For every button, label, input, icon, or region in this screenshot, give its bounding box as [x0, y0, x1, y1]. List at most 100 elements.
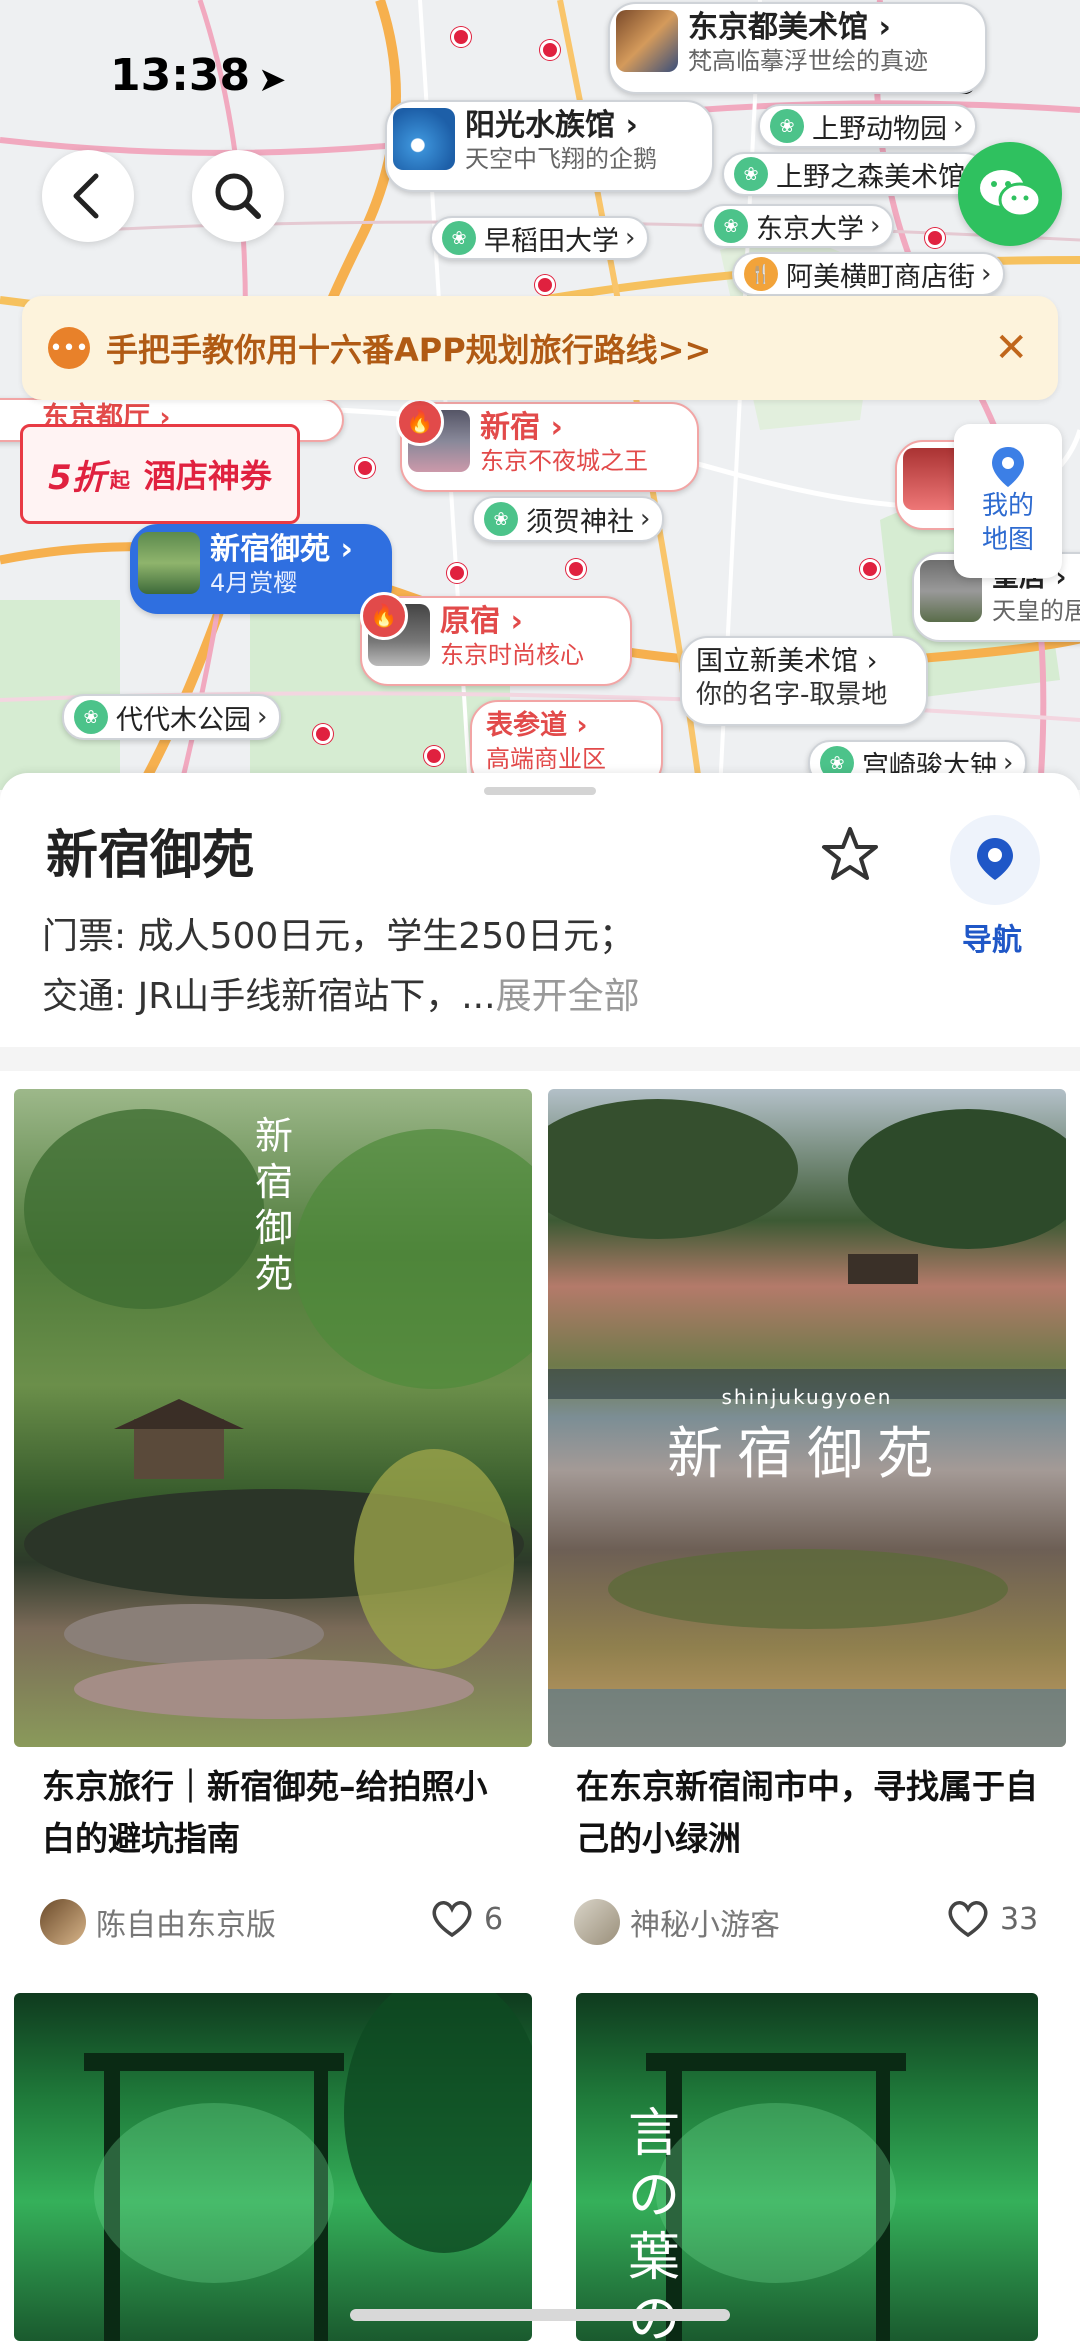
pin-title: 表参道	[486, 710, 567, 741]
map-pin-yoyogi[interactable]: ❀ 代代木公园 ›	[62, 694, 282, 740]
sheet-drag-handle[interactable]	[484, 787, 596, 795]
navigate-label: 导航	[962, 923, 1022, 958]
star-icon	[822, 827, 878, 880]
map-pin-ueno-zoo[interactable]: ❀ 上野动物园 ›	[758, 104, 978, 148]
status-time: 13:38	[110, 50, 251, 101]
garden-illustration	[84, 1993, 532, 2341]
post-title[interactable]: 东京旅行｜新宿御苑–给拍照小白的避坑指南	[42, 1761, 510, 1865]
chat-bubble-icon: •••	[48, 327, 90, 369]
map-pin-ameyoko[interactable]: 🍴 阿美横町商店街 ›	[732, 252, 1006, 296]
map-marker	[355, 458, 375, 478]
pin-title: 新宿御苑	[210, 532, 330, 567]
park-icon: ❀	[442, 221, 476, 255]
map-pin-icon	[992, 447, 1024, 487]
post-title[interactable]: 在东京新宿闹市中，寻找属于自己的小绿洲	[576, 1761, 1044, 1865]
like-button[interactable]: 33	[946, 1899, 1038, 1939]
expand-all-link[interactable]: 展开全部	[496, 976, 640, 1017]
like-count: 33	[1000, 1901, 1039, 1937]
post-author[interactable]: 陈自由东京版	[40, 1899, 276, 1945]
post-card-image[interactable]	[14, 1993, 532, 2341]
map-marker	[540, 40, 560, 60]
pin-subtitle: 4月赏樱	[210, 569, 298, 597]
my-map-label-2: 地图	[981, 525, 1034, 555]
pin-label: 上野动物园	[812, 113, 947, 145]
map-pin-todai[interactable]: ❀ 东京大学 ›	[702, 204, 895, 248]
home-indicator	[350, 2309, 730, 2321]
park-icon: ❀	[770, 109, 804, 143]
map-pin-waseda[interactable]: ❀ 早稻田大学 ›	[430, 216, 650, 260]
aquarium-thumbnail	[393, 108, 455, 170]
section-divider	[0, 1047, 1080, 1071]
park-icon: ❀	[484, 502, 518, 536]
author-name: 神秘小游客	[630, 1908, 780, 1943]
coupon-label: 酒店神券	[143, 457, 272, 495]
pin-subtitle: 天空中飞翔的企鹅	[465, 145, 657, 173]
avatar	[40, 1899, 86, 1945]
like-count: 6	[484, 1901, 504, 1937]
ellipsis: ...	[461, 976, 496, 1017]
image-overlay-title: 新宿御苑	[254, 1114, 293, 1296]
wechat-icon	[980, 170, 1042, 218]
avatar	[574, 1899, 620, 1945]
map-marker	[313, 724, 333, 744]
chevron-left-icon	[73, 173, 99, 219]
map-marker	[566, 559, 586, 579]
hotel-coupon-button[interactable]: 5折 起 酒店神券	[20, 424, 300, 524]
like-button[interactable]: 6	[430, 1899, 503, 1939]
transport-info: 交通: JR山手线新宿站下，...展开全部	[42, 967, 640, 1019]
pin-label: 阿美横町商店街	[786, 261, 975, 293]
map-pin-shinjuku[interactable]: 新宿 › 东京不夜城之王	[400, 402, 699, 492]
image-overlay-title: 言の葉の庭	[627, 2104, 680, 2341]
post-author[interactable]: 神秘小游客	[574, 1899, 780, 1945]
gyoen-thumbnail	[138, 532, 200, 594]
pin-label: 代代木公园	[116, 704, 251, 736]
ticket-info: 门票: 成人500日元，学生250日元；	[42, 916, 635, 957]
navigation-icon	[977, 838, 1013, 880]
pin-subtitle: 高端商业区	[486, 745, 606, 773]
hot-icon: 🔥	[360, 592, 408, 640]
hot-icon: 🔥	[396, 398, 444, 446]
map-pin-ueno-forest[interactable]: ❀ 上野之森美术馆	[722, 152, 987, 196]
pin-label: 须贺神社	[526, 506, 634, 538]
map-pin-tokyo-museum[interactable]: 东京都美术馆 › 梵高临摹浮世绘的真迹	[608, 2, 987, 94]
search-icon	[215, 173, 261, 219]
favorite-button[interactable]	[820, 825, 880, 887]
pin-title: 东京都美术馆	[688, 10, 868, 45]
pin-label: 早稻田大学	[484, 225, 619, 257]
back-button[interactable]	[42, 150, 134, 242]
pin-label: 东京大学	[756, 213, 864, 245]
image-overlay-subtitle: shinjukugyoen	[721, 1385, 893, 1409]
map-pin-nact[interactable]: 国立新美术馆 › 你的名字-取景地	[680, 636, 928, 726]
park-icon: ❀	[734, 157, 768, 191]
map-pin-shinjuku-gyoen-selected[interactable]: 新宿御苑 › 4月赏樱	[130, 524, 392, 614]
post-card-image[interactable]: 新宿御苑	[14, 1089, 532, 1747]
my-map-button[interactable]: 我的 地图	[954, 424, 1062, 578]
wechat-share-button[interactable]	[958, 142, 1062, 246]
pin-title: 阳光水族馆	[465, 108, 615, 143]
close-icon[interactable]: ✕	[994, 325, 1028, 371]
pin-subtitle: 梵高临摹浮世绘的真迹	[688, 47, 928, 75]
pin-subtitle: 东京不夜城之王	[480, 447, 648, 475]
place-title: 新宿御苑	[46, 826, 255, 886]
map-view[interactable]: 13:38 ➤ 75 东京都美术馆 ›梵高临摹浮世绘的真迹 阳光水族馆 ›天空中…	[0, 0, 1080, 790]
post-card-image[interactable]: 言の葉の庭	[576, 1993, 1038, 2341]
banner-text: 手把手教你用十六番APP规划旅行路线>>	[106, 331, 712, 369]
location-arrow-icon: ➤	[258, 60, 287, 100]
map-pin-suga-shrine[interactable]: ❀ 须贺神社 ›	[472, 496, 665, 542]
place-detail-sheet: 新宿御苑 导航 门票: 成人500日元，学生250日元； 交通: JR山手线新宿…	[0, 773, 1080, 2341]
tutorial-banner[interactable]: ••• 手把手教你用十六番APP规划旅行路线>> ✕	[22, 296, 1058, 400]
map-pin-sunshine-aquarium[interactable]: 阳光水族馆 › 天空中飞翔的企鹅	[385, 100, 714, 192]
search-button[interactable]	[192, 150, 284, 242]
map-marker	[451, 27, 471, 47]
pin-title: 新宿	[480, 410, 540, 445]
transport-text: 交通: JR山手线新宿站下，	[42, 976, 462, 1017]
pin-subtitle: 天皇的居所	[992, 597, 1080, 625]
pin-label: 上野之森美术馆	[776, 161, 965, 193]
post-card-image[interactable]: shinjukugyoen 新宿御苑	[548, 1089, 1066, 1747]
park-icon: ❀	[714, 209, 748, 243]
navigate-button[interactable]	[950, 815, 1040, 905]
map-marker	[925, 228, 945, 248]
heart-icon	[432, 1901, 472, 1938]
heart-icon	[948, 1901, 988, 1938]
map-marker	[424, 746, 444, 766]
